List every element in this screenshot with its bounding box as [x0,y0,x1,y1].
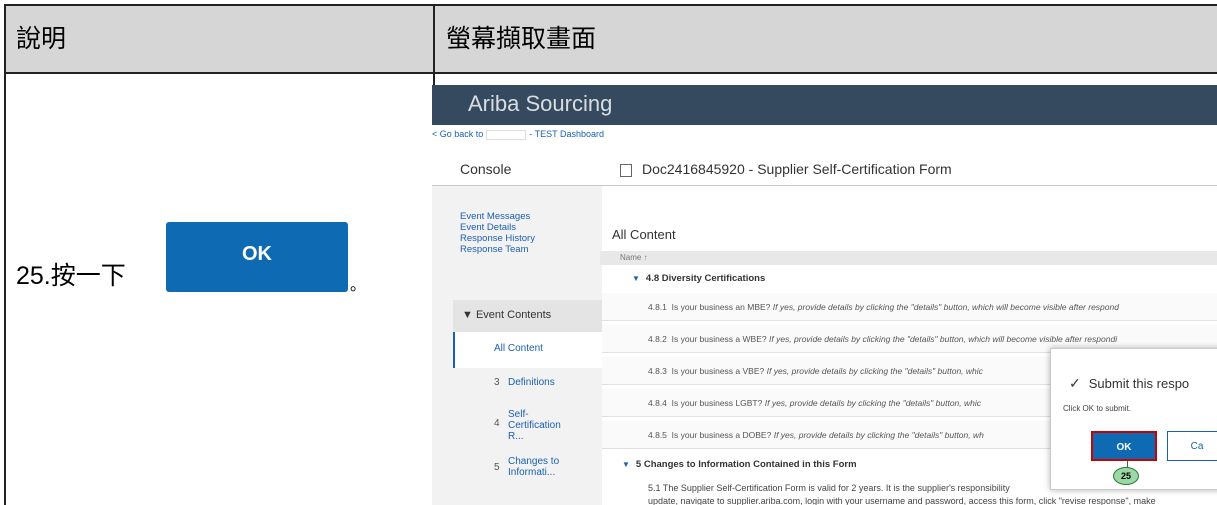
question-number: 4.8.5 [648,430,667,440]
dialog-title: ✓ Submit this respo [1069,375,1189,392]
tree-num: 4 [494,418,500,429]
question-hint: If yes, provide details by clicking the … [766,366,983,376]
event-contents-label: ▼ Event Contents [462,309,552,321]
document-icon [620,163,632,177]
question-number: 4.8.1 [648,302,667,312]
name-column-header[interactable]: Name ↑ [600,251,1217,265]
step-callout-badge: 25 [1113,467,1139,485]
ok-button[interactable]: OK [1090,430,1158,462]
question-hint: If yes, provide details by clicking the … [768,334,1118,344]
tree-num: 3 [494,377,500,388]
dialog-message: Click OK to submit. [1063,404,1132,413]
cancel-button[interactable]: Ca [1167,431,1217,461]
section-4-8[interactable]: ▼ 4.8 Diversity Certifications [632,273,765,284]
question-text: Is your business a WBE? [671,334,767,344]
nav-response-history[interactable]: Response History [460,233,535,244]
dialog-title-text: Submit this respo [1088,376,1190,391]
question-text: Is your business a VBE? [671,366,765,376]
nav-response-team[interactable]: Response Team [460,244,528,255]
document-title: Doc2416845920 - Supplier Self-Certificat… [620,161,952,177]
header-description: 說明 [16,25,67,53]
ok-button-illustration: OK [166,222,348,292]
go-back-suffix: - TEST Dashboard [529,129,604,139]
section-5[interactable]: ▼ 5 Changes to Information Contained in t… [622,459,857,470]
ariba-screenshot: Ariba Sourcing < Go back to - TEST Dashbo… [432,85,1217,505]
checkmark-icon: ✓ [1069,375,1081,391]
submit-dialog: ✓ Submit this respo Click OK to submit. O… [1050,348,1217,490]
question-hint: If yes, provide details by clicking the … [773,430,984,440]
console-label: Console [460,161,512,177]
step-period: 。 [350,277,367,294]
nav-definitions[interactable]: Definitions [508,377,588,388]
go-back-link[interactable]: < Go back to - TEST Dashboard [432,129,604,140]
header-screenshot: 螢幕擷取畫面 [446,25,597,53]
question-text: Is your business LGBT? [671,398,763,408]
question-number: 4.8.2 [648,334,667,344]
nav-event-details[interactable]: Event Details [460,222,516,233]
question-hint: If yes, provide details by clicking the … [764,398,982,408]
table-header-row: 說明 螢幕擷取畫面 [6,6,1217,74]
section-5-1-text: 5.1 The Supplier Self-Certification Form… [648,483,1010,493]
section-5-label: 5 Changes to Information Contained in th… [635,459,857,470]
nav-changes-to-information[interactable]: Changes to Informati... [508,456,568,478]
redacted-name [486,129,527,140]
all-content-heading: All Content [612,227,676,242]
go-back-prefix: < Go back to [432,129,484,139]
question-number: 4.8.3 [648,366,667,376]
question-text: Is your business an MBE? [671,302,771,312]
app-title: Ariba Sourcing [468,91,613,116]
step-instruction: 25.按一下 [16,262,126,290]
question-text: Is your business a DOBE? [671,430,772,440]
nav-all-content-label: All Content [494,343,543,354]
document-title-text: Doc2416845920 - Supplier Self-Certificat… [642,161,952,177]
question-hint: If yes, provide details by clicking the … [772,302,1119,312]
expand-triangle-icon: ▼ [622,460,630,469]
nav-event-messages[interactable]: Event Messages [460,211,530,222]
tree-num: 5 [494,462,500,473]
question-row[interactable]: 4.8.1 Is your business an MBE? If yes, p… [602,293,1217,321]
app-shell-bar: Ariba Sourcing [432,85,1217,125]
nav-self-certification[interactable]: Self-Certification R... [508,409,578,442]
section-5-1-text-cont: update, navigate to supplier.ariba.com, … [648,496,1156,505]
question-number: 4.8.4 [648,398,667,408]
expand-triangle-icon: ▼ [632,274,640,283]
section-4-8-label: 4.8 Diversity Certifications [645,273,766,284]
